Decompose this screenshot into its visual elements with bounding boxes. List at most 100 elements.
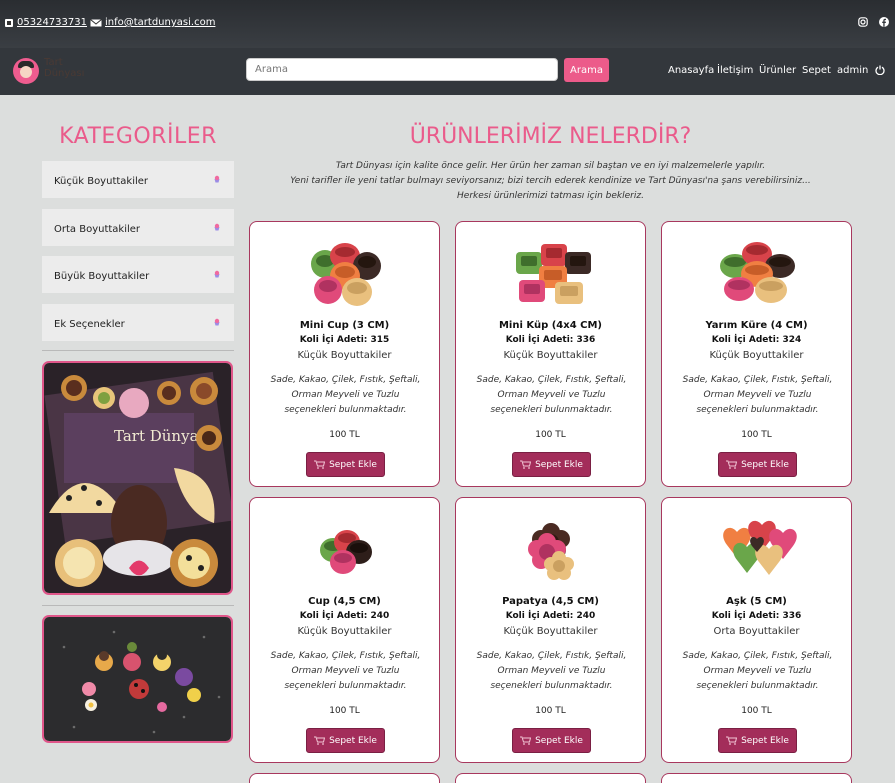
category-label: Büyük Boyuttakiler — [54, 271, 150, 282]
category-large[interactable]: Büyük Boyuttakiler — [42, 256, 234, 293]
description-line: Sade, Kakao, Çilek, Fıstık, Şeftali, — [682, 651, 833, 661]
product-koli: Koli İçi Adeti: 240 — [299, 611, 390, 621]
product-koli: Koli İçi Adeti: 336 — [505, 335, 596, 345]
cart-icon — [314, 460, 326, 469]
product-description: Sade, Kakao, Çilek, Fıstık, Şeftali, Orm… — [674, 649, 841, 694]
description-line: seçenekleri bulunmaktadır. — [696, 405, 819, 415]
description-line: Orman Meyveli ve Tuzlu — [497, 666, 606, 676]
product-price: 100 TL — [329, 430, 360, 440]
description-line: Sade, Kakao, Çilek, Fıstık, Şeftali, — [270, 375, 421, 385]
product-name[interactable]: Cup (4,5 CM) — [250, 596, 439, 607]
description-line: Orman Meyveli ve Tuzlu — [291, 666, 400, 676]
product-koli: Koli İçi Adeti: 240 — [505, 611, 596, 621]
phone-number[interactable]: 05324733731 — [17, 17, 87, 28]
product-card-partial — [249, 773, 440, 783]
product-description: Sade, Kakao, Çilek, Fıstık, Şeftali, Orm… — [262, 373, 429, 418]
product-card-partial — [455, 773, 646, 783]
description-line: Sade, Kakao, Çilek, Fıstık, Şeftali, — [270, 651, 421, 661]
logo-text-line-2: Dünyası — [44, 68, 85, 79]
email-link[interactable]: info@tartdunyasi.com — [90, 17, 215, 28]
cart-icon — [726, 736, 738, 745]
main-navbar: Tart Dünyası Arama Anasayfa İletişim Ürü… — [0, 48, 895, 95]
phone-icon — [5, 18, 13, 27]
product-category: Küçük Boyuttakiler — [503, 350, 598, 361]
product-card: Cup (4,5 CM) Koli İçi Adeti: 240 Küçük B… — [249, 497, 440, 763]
product-name[interactable]: Papatya (4,5 CM) — [456, 596, 645, 607]
facebook-icon[interactable] — [879, 17, 889, 27]
power-icon[interactable] — [875, 65, 885, 75]
product-card-partial — [661, 773, 852, 783]
instagram-icon[interactable] — [858, 17, 868, 27]
nav-link-admin[interactable]: admin — [837, 65, 868, 76]
cupcake-icon — [214, 318, 220, 326]
description-line: seçenekleri bulunmaktadır. — [284, 681, 407, 691]
logo-icon[interactable] — [13, 58, 39, 84]
cart-icon — [520, 736, 532, 745]
add-to-cart-button[interactable]: Sepet Ekle — [306, 728, 385, 753]
envelope-icon — [90, 18, 102, 26]
product-image[interactable] — [295, 234, 395, 309]
description-line: Orman Meyveli ve Tuzlu — [291, 390, 400, 400]
product-card: Mini Cup (3 CM) Koli İçi Adeti: 315 Küçü… — [249, 221, 440, 487]
product-name[interactable]: Mini Küp (4x4 CM) — [456, 320, 645, 331]
description-line: Orman Meyveli ve Tuzlu — [703, 390, 812, 400]
category-medium[interactable]: Orta Boyuttakiler — [42, 209, 234, 246]
product-card: Aşk (5 CM) Koli İçi Adeti: 336 Orta Boyu… — [661, 497, 852, 763]
nav-link-contact[interactable]: İletişim — [717, 65, 753, 76]
add-to-cart-button[interactable]: Sepet Ekle — [718, 452, 797, 477]
email-address[interactable]: info@tartdunyasi.com — [105, 17, 215, 28]
product-category: Küçük Boyuttakiler — [297, 350, 392, 361]
cart-icon — [520, 460, 532, 469]
description-line: seçenekleri bulunmaktadır. — [696, 681, 819, 691]
product-description: Sade, Kakao, Çilek, Fıstık, Şeftali, Orm… — [468, 649, 635, 694]
product-image[interactable] — [707, 234, 807, 309]
product-card: Yarım Küre (4 CM) Koli İçi Adeti: 324 Kü… — [661, 221, 852, 487]
description-line: seçenekleri bulunmaktadır. — [284, 405, 407, 415]
add-to-cart-label: Sepet Ekle — [329, 735, 377, 746]
add-to-cart-label: Sepet Ekle — [741, 459, 789, 470]
description-line: Sade, Kakao, Çilek, Fıstık, Şeftali, — [682, 375, 833, 385]
product-image[interactable] — [501, 510, 601, 585]
description-line: Orman Meyveli ve Tuzlu — [497, 390, 606, 400]
add-to-cart-label: Sepet Ekle — [329, 459, 377, 470]
product-card: Mini Küp (4x4 CM) Koli İçi Adeti: 336 Kü… — [455, 221, 646, 487]
product-category: Küçük Boyuttakiler — [709, 350, 804, 361]
search-button[interactable]: Arama — [564, 58, 609, 82]
product-name[interactable]: Mini Cup (3 CM) — [250, 320, 439, 331]
logo-text[interactable]: Tart Dünyası — [44, 57, 84, 79]
product-card: Papatya (4,5 CM) Koli İçi Adeti: 240 Küç… — [455, 497, 646, 763]
description-line: Orman Meyveli ve Tuzlu — [703, 666, 812, 676]
add-to-cart-button[interactable]: Sepet Ekle — [512, 452, 591, 477]
description-line: seçenekleri bulunmaktadır. — [490, 681, 613, 691]
cupcake-icon — [214, 175, 220, 183]
product-category: Küçük Boyuttakiler — [503, 626, 598, 637]
phone-link[interactable]: 05324733731 — [4, 17, 87, 28]
product-koli: Koli İçi Adeti: 324 — [711, 335, 802, 345]
product-description: Sade, Kakao, Çilek, Fıstık, Şeftali, Orm… — [262, 649, 429, 694]
add-to-cart-button[interactable]: Sepet Ekle — [512, 728, 591, 753]
product-price: 100 TL — [741, 430, 772, 440]
product-description: Sade, Kakao, Çilek, Fıstık, Şeftali, Orm… — [674, 373, 841, 418]
intro-text: Tart Dünyası için kalite önce gelir. Her… — [249, 159, 852, 204]
add-to-cart-button[interactable]: Sepet Ekle — [306, 452, 385, 477]
product-image[interactable] — [707, 510, 807, 585]
add-to-cart-label: Sepet Ekle — [741, 735, 789, 746]
product-name[interactable]: Aşk (5 CM) — [662, 596, 851, 607]
product-name[interactable]: Yarım Küre (4 CM) — [662, 320, 851, 331]
product-price: 100 TL — [535, 706, 566, 716]
category-extras[interactable]: Ek Seçenekler — [42, 304, 234, 341]
nav-link-products[interactable]: Ürünler — [759, 65, 796, 76]
cupcake-icon — [214, 223, 220, 231]
nav-link-cart[interactable]: Sepet — [802, 65, 831, 76]
product-image[interactable] — [501, 234, 601, 309]
product-image[interactable] — [295, 510, 395, 585]
add-to-cart-label: Sepet Ekle — [535, 459, 583, 470]
nav-link-home[interactable]: Anasayfa — [668, 65, 714, 76]
search-input[interactable] — [246, 58, 558, 81]
category-label: Ek Seçenekler — [54, 319, 125, 330]
promo-image-party — [42, 615, 233, 743]
category-small[interactable]: Küçük Boyuttakiler — [42, 161, 234, 198]
add-to-cart-button[interactable]: Sepet Ekle — [718, 728, 797, 753]
product-price: 100 TL — [535, 430, 566, 440]
intro-line: Herkesi ürünlerimizi tatması için bekler… — [457, 191, 644, 201]
